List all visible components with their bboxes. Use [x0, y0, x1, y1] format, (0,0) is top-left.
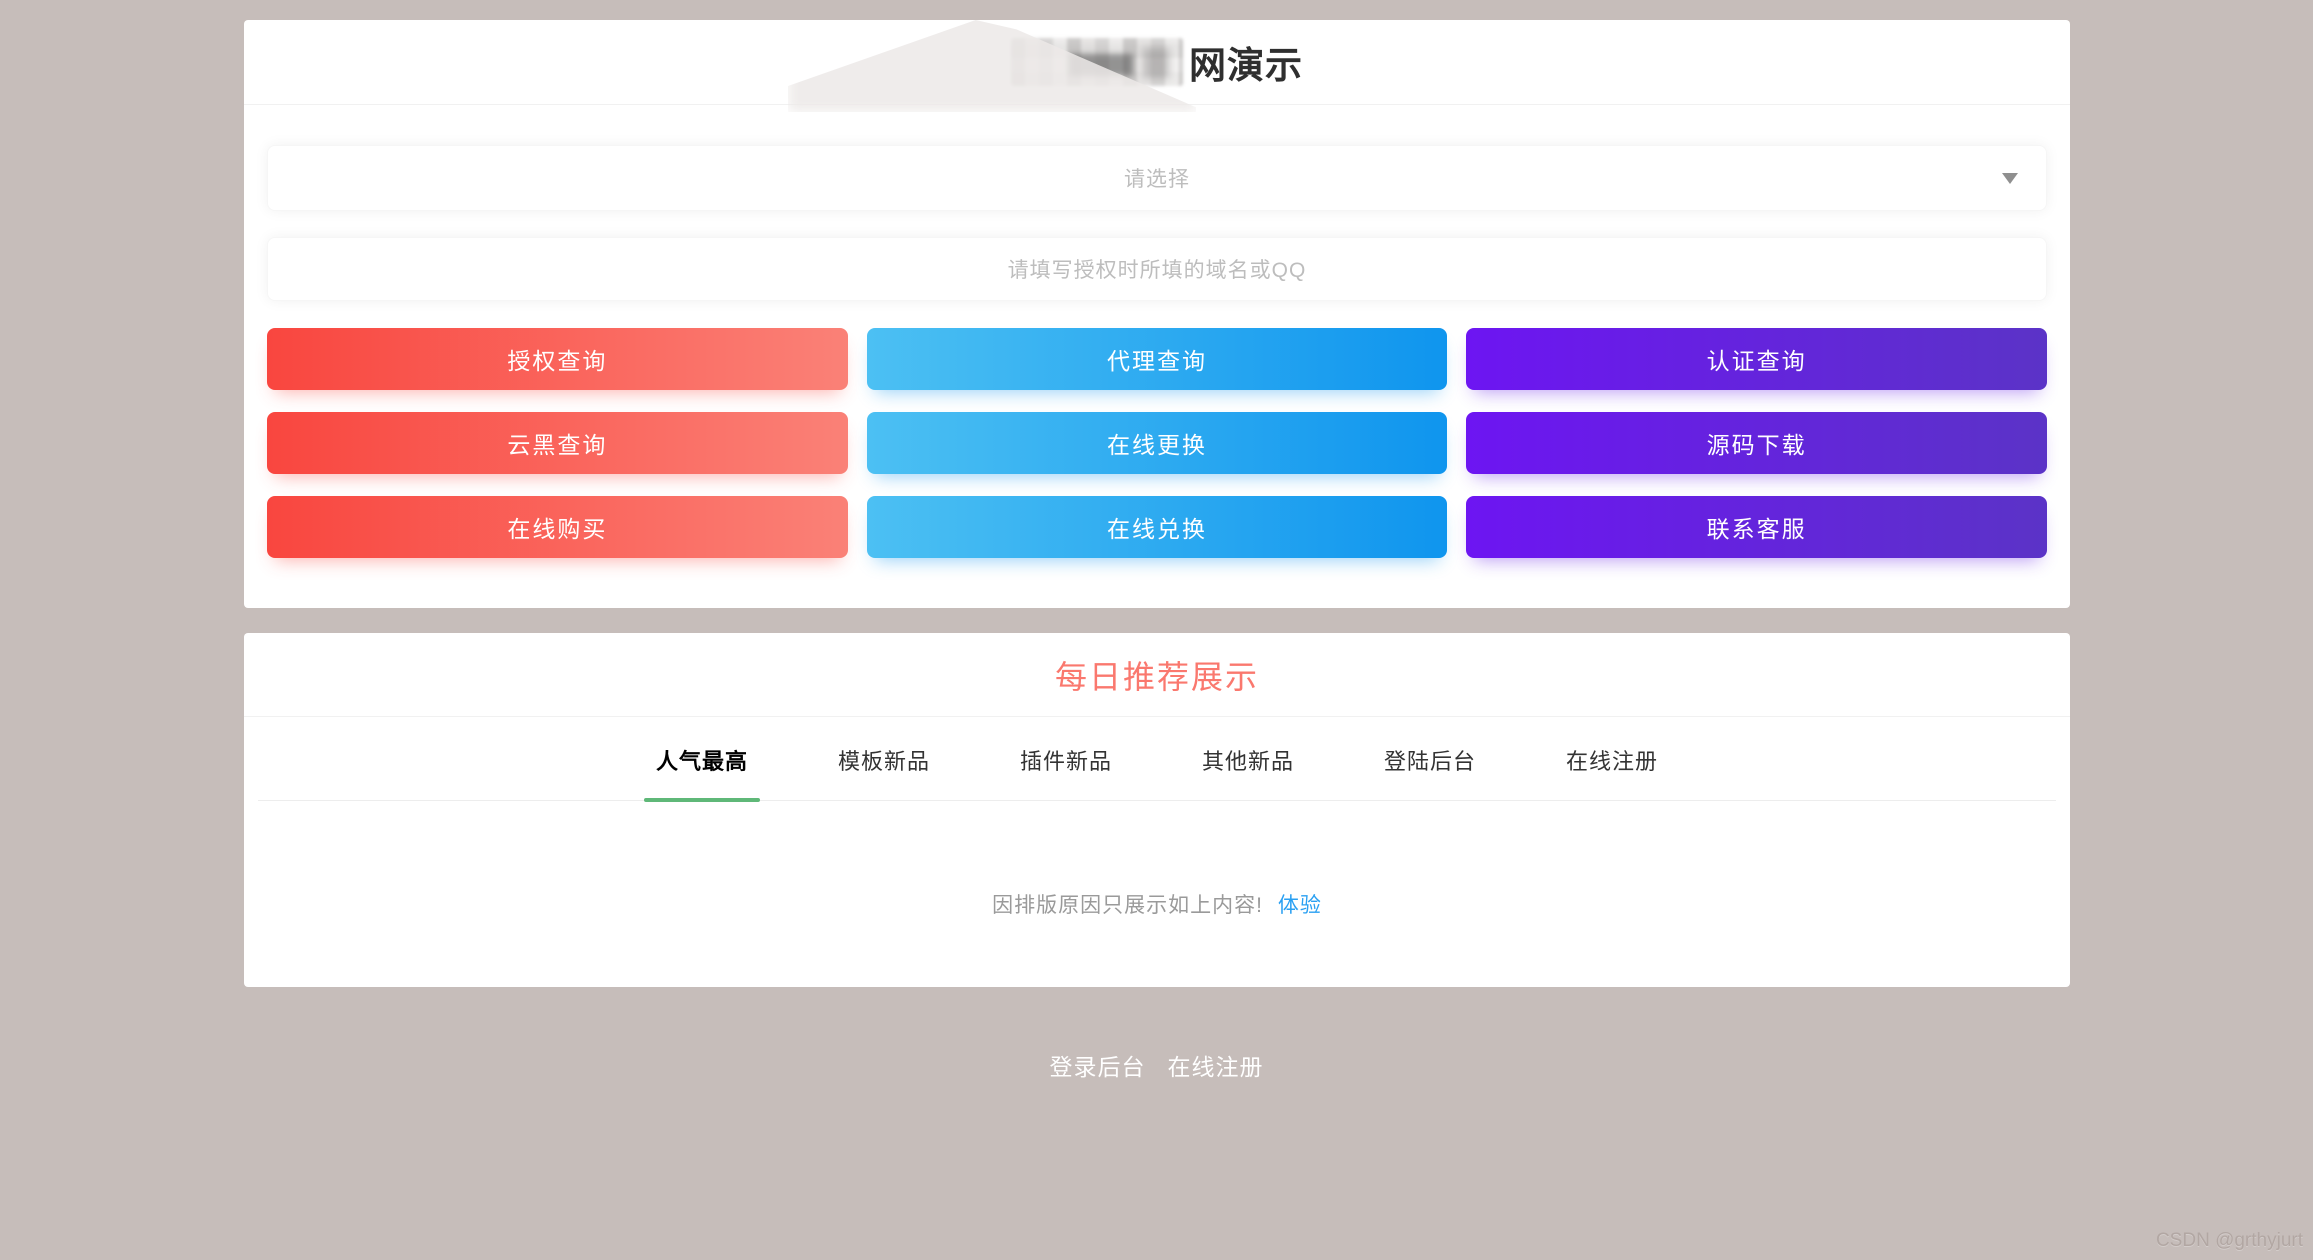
- footer-register-link[interactable]: 在线注册: [1168, 1048, 1264, 1082]
- agent-query-button[interactable]: 代理查询: [866, 328, 1448, 390]
- recommend-tabs-bar: 人气最高 模板新品 插件新品 其他新品 登陆后台 在线注册: [258, 717, 2056, 802]
- site-select[interactable]: 请选择: [267, 145, 2047, 211]
- query-form: 请选择 请填写授权时所填的域名或QQ 授权查询 代理查询 认证查询 云黑查询 在…: [244, 145, 2070, 558]
- recommend-card: 每日推荐展示 人气最高 模板新品 插件新品 其他新品 登陆后台 在线注册 因排版…: [244, 633, 2070, 987]
- blacklist-query-button[interactable]: 云黑查询: [267, 412, 848, 474]
- online-buy-button[interactable]: 在线购买: [267, 496, 848, 558]
- cert-query-button[interactable]: 认证查询: [1466, 328, 2047, 390]
- csdn-watermark: CSDN @grthyjurt: [2155, 1230, 2303, 1251]
- experience-link[interactable]: 体验: [1278, 894, 1322, 917]
- domain-or-qq-input[interactable]: 请填写授权时所填的域名或QQ: [267, 237, 2047, 301]
- footer-links: 登录后台 在线注册: [0, 1048, 2313, 1082]
- tab-admin-login[interactable]: 登陆后台: [1372, 744, 1488, 800]
- recommend-card-header: 每日推荐展示: [244, 633, 2070, 717]
- site-select-placeholder: 请选择: [1124, 168, 1190, 191]
- tab-plugin-new[interactable]: 插件新品: [1008, 744, 1124, 800]
- notice-row: 因排版原因只展示如上内容! 体验: [244, 889, 2070, 919]
- online-exchange-button[interactable]: 在线兑换: [866, 496, 1448, 558]
- recommend-title: 每日推荐展示: [1054, 658, 1259, 695]
- tab-other-new[interactable]: 其他新品: [1190, 744, 1306, 800]
- notice-text: 因排版原因只展示如上内容!: [992, 894, 1263, 917]
- domain-or-qq-placeholder: 请填写授权时所填的域名或QQ: [1007, 259, 1307, 282]
- auth-query-button[interactable]: 授权查询: [267, 328, 848, 390]
- tab-template-new[interactable]: 模板新品: [826, 744, 942, 800]
- footer-login-link[interactable]: 登录后台: [1050, 1048, 1146, 1082]
- source-download-button[interactable]: 源码下载: [1466, 412, 2047, 474]
- online-replace-button[interactable]: 在线更换: [866, 412, 1448, 474]
- contact-support-button[interactable]: 联系客服: [1466, 496, 2047, 558]
- action-button-grid: 授权查询 代理查询 认证查询 云黑查询 在线更换 源码下载 在线购买 在线兑换 …: [267, 328, 2047, 558]
- recommend-tabs: 人气最高 模板新品 插件新品 其他新品 登陆后台 在线注册: [258, 717, 2056, 802]
- chevron-down-icon: [2002, 173, 2018, 184]
- page-title-text: 网演示: [1189, 45, 1303, 86]
- tab-online-register[interactable]: 在线注册: [1554, 744, 1670, 800]
- tab-popular[interactable]: 人气最高: [643, 744, 760, 802]
